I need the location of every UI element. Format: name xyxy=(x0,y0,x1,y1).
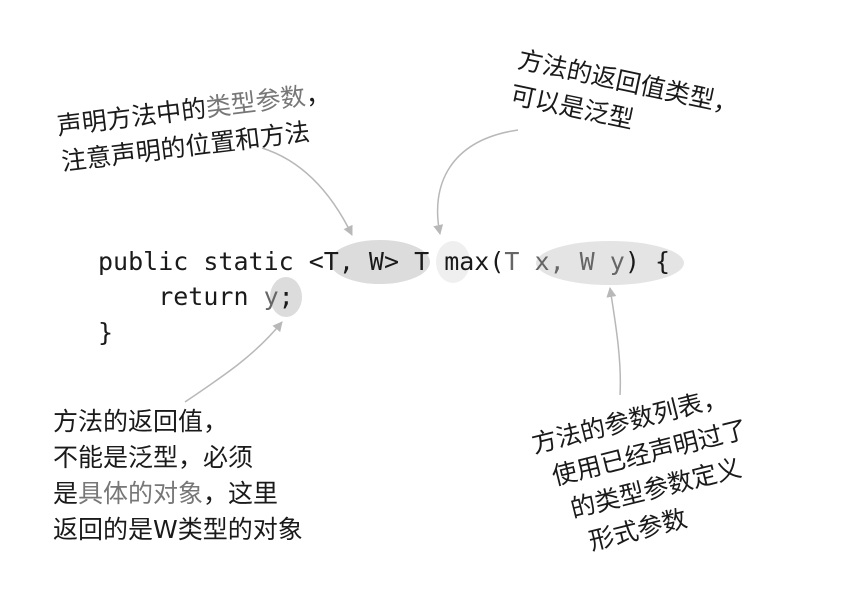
note-return-value-line2: 不能是泛型，必须 xyxy=(53,443,254,472)
note-return-value-line4: 返回的是W类型的对象 xyxy=(53,515,303,544)
code-close: ) { xyxy=(624,247,670,276)
note-text: ， xyxy=(303,78,332,111)
note-highlight-text: 具体的对象 xyxy=(78,479,204,508)
code-return-keyword: return xyxy=(98,282,264,311)
arrow-type-params xyxy=(261,147,353,236)
code-modifiers: public static xyxy=(98,247,309,276)
code-params: T x, W y xyxy=(504,247,625,276)
code-method-name: max( xyxy=(429,247,505,276)
arrow-params xyxy=(606,287,622,396)
code-line-close: } xyxy=(98,318,114,347)
code-line-signature: public static <T, W> T max(T x, W y) { xyxy=(98,244,670,279)
code-return-var: y xyxy=(263,282,279,311)
arrow-return-type xyxy=(433,129,519,235)
code-line-return: return y; xyxy=(98,279,294,314)
code-return-type: T xyxy=(414,247,430,276)
note-text: ，这里 xyxy=(203,479,279,508)
code-type-params: <T, W> xyxy=(308,247,400,276)
note-return-value-line3: 是具体的对象，这里 xyxy=(53,476,303,512)
annotated-code-diagram: public static <T, W> T max(T x, W y) { r… xyxy=(0,0,842,597)
code-semicolon: ; xyxy=(278,282,294,311)
arrow-return-value xyxy=(184,321,283,403)
note-return-value-line1: 方法的返回值， xyxy=(53,407,229,436)
note-text: 是 xyxy=(53,479,79,508)
note-return-value: 方法的返回值， 不能是泛型，必须 是具体的对象，这里 返回的是W类型的对象 xyxy=(53,404,303,548)
